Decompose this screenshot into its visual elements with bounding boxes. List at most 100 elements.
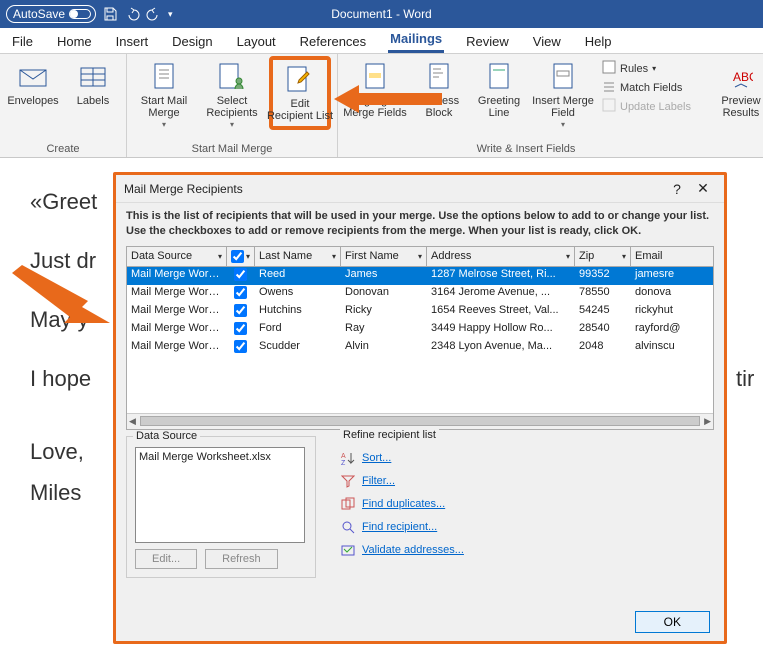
tab-help[interactable]: Help	[583, 30, 614, 53]
find-icon	[340, 519, 356, 535]
envelopes-button[interactable]: Envelopes	[6, 56, 60, 112]
group-start-mail-merge: Start Mail Merge ▾ Select Recipients ▾ E…	[127, 54, 338, 157]
fieldset-legend: Data Source	[133, 430, 200, 442]
data-source-listbox[interactable]: Mail Merge Worksheet.xlsx	[135, 447, 305, 543]
labels-icon	[77, 61, 109, 93]
document-body[interactable]: «Greet Just dr May y I hope tir Love, Mi…	[30, 185, 97, 535]
table-row[interactable]: Mail Merge Work...OwensDonovan3164 Jerom…	[127, 285, 713, 303]
document-line: May y	[30, 303, 97, 336]
recipients-grid[interactable]: Data Source▾ ▾ Last Name▾ First Name▾ Ad…	[126, 246, 714, 430]
dialog-footer: OK	[116, 603, 724, 641]
col-data-source[interactable]: Data Source▾	[127, 247, 227, 267]
highlight-icon	[359, 61, 391, 93]
select-recipients-button[interactable]: Select Recipients ▾	[201, 56, 263, 134]
find-duplicates-link[interactable]: Find duplicates...	[340, 496, 706, 512]
dialog-titlebar: Mail Merge Recipients ? ✕	[116, 175, 724, 203]
col-first-name[interactable]: First Name▾	[341, 247, 427, 267]
sort-icon: AZ	[340, 450, 356, 466]
chevron-down-icon: ▾	[561, 120, 565, 129]
tab-file[interactable]: File	[10, 30, 35, 53]
tab-view[interactable]: View	[531, 30, 563, 53]
mail-merge-recipients-dialog: Mail Merge Recipients ? ✕ This is the li…	[113, 172, 727, 644]
labels-button[interactable]: Labels	[66, 56, 120, 112]
find-recipient-link[interactable]: Find recipient...	[340, 519, 706, 535]
svg-text:Z: Z	[341, 460, 346, 465]
table-row[interactable]: Mail Merge Work...ScudderAlvin2348 Lyon …	[127, 339, 713, 357]
filter-link[interactable]: Filter...	[340, 473, 706, 489]
document-line: I hope tir	[30, 362, 97, 395]
redo-icon[interactable]	[146, 6, 162, 22]
autosave-toggle[interactable]: AutoSave	[6, 5, 96, 23]
document-line: Miles	[30, 476, 97, 509]
rules-button[interactable]: Rules▾	[602, 60, 691, 77]
row-checkbox[interactable]	[234, 304, 247, 317]
filter-icon	[340, 473, 356, 489]
greeting-line-button[interactable]: Greeting Line	[472, 56, 526, 124]
tab-insert[interactable]: Insert	[114, 30, 151, 53]
document-line: Love,	[30, 435, 97, 468]
rules-icon	[602, 60, 616, 77]
highlight-merge-fields-button[interactable]: Highlight Merge Fields	[344, 56, 406, 124]
help-button[interactable]: ?	[664, 181, 690, 197]
validate-addresses-link[interactable]: Validate addresses...	[340, 542, 706, 558]
tab-design[interactable]: Design	[170, 30, 214, 53]
tab-layout[interactable]: Layout	[235, 30, 278, 53]
group-write-insert: Highlight Merge Fields Address Block Gre…	[338, 54, 763, 157]
start-mail-merge-button[interactable]: Start Mail Merge ▾	[133, 56, 195, 134]
edit-recipient-list-button[interactable]: Edit Recipient List	[269, 56, 331, 130]
qat-more-icon[interactable]: ▾	[168, 9, 173, 20]
document-edit-icon	[284, 64, 316, 96]
tab-review[interactable]: Review	[464, 30, 511, 53]
group-label: Write & Insert Fields	[477, 141, 576, 157]
row-checkbox[interactable]	[234, 322, 247, 335]
horizontal-scrollbar[interactable]: ◀▶	[127, 413, 713, 429]
toggle-switch-icon	[69, 9, 91, 19]
col-checkbox[interactable]: ▾	[227, 247, 255, 267]
match-fields-icon	[602, 79, 616, 96]
document-icon	[148, 61, 180, 93]
update-labels-icon	[602, 98, 616, 115]
tab-home[interactable]: Home	[55, 30, 94, 53]
ribbon-tabs: File Home Insert Design Layout References Mail…	[0, 28, 763, 54]
greeting-line-icon	[483, 61, 515, 93]
match-fields-button[interactable]: Match Fields	[602, 79, 691, 96]
svg-text:ABC: ABC	[733, 70, 753, 84]
refresh-button[interactable]: Refresh	[205, 549, 278, 569]
dialog-description: This is the list of recipients that will…	[116, 203, 724, 246]
tab-references[interactable]: References	[298, 30, 368, 53]
close-button[interactable]: ✕	[690, 180, 716, 197]
col-address[interactable]: Address▾	[427, 247, 575, 267]
table-row[interactable]: Mail Merge Work...HutchinsRicky1654 Reev…	[127, 303, 713, 321]
table-row[interactable]: Mail Merge Work...FordRay3449 Happy Holl…	[127, 321, 713, 339]
sort-link[interactable]: AZSort...	[340, 450, 706, 466]
save-icon[interactable]	[102, 6, 118, 22]
data-source-item[interactable]: Mail Merge Worksheet.xlsx	[139, 451, 301, 463]
validate-icon	[340, 542, 356, 558]
undo-icon[interactable]	[124, 6, 140, 22]
duplicates-icon	[340, 496, 356, 512]
address-block-button[interactable]: Address Block	[412, 56, 466, 124]
col-zip[interactable]: Zip▾	[575, 247, 631, 267]
merge-field-icon	[547, 61, 579, 93]
preview-results-button[interactable]: ABC Preview Results	[714, 56, 763, 124]
title-bar: AutoSave ▾ Document1 - Word	[0, 0, 763, 28]
ok-button[interactable]: OK	[635, 611, 710, 633]
ribbon: Envelopes Labels Create Start Mail Merge…	[0, 54, 763, 158]
edit-button[interactable]: Edit...	[135, 549, 197, 569]
preview-results-icon: ABC	[725, 61, 757, 93]
tab-mailings[interactable]: Mailings	[388, 27, 444, 53]
table-row[interactable]: Mail Merge Work...ReedJames1287 Melrose …	[127, 267, 713, 285]
chevron-down-icon: ▾	[230, 120, 234, 129]
select-all-checkbox[interactable]	[231, 250, 244, 263]
data-source-fieldset: Data Source Mail Merge Worksheet.xlsx Ed…	[126, 436, 316, 578]
col-email[interactable]: Email	[631, 247, 713, 267]
row-checkbox[interactable]	[234, 286, 247, 299]
insert-merge-field-button[interactable]: Insert Merge Field ▾	[532, 56, 594, 134]
row-checkbox[interactable]	[234, 268, 247, 281]
document-line: Just dr	[30, 244, 97, 277]
row-checkbox[interactable]	[234, 340, 247, 353]
chevron-down-icon: ▾	[162, 120, 166, 129]
refine-list-fieldset: Refine recipient list AZSort... Filter..…	[340, 436, 714, 566]
autosave-label: AutoSave	[13, 7, 65, 21]
col-last-name[interactable]: Last Name▾	[255, 247, 341, 267]
